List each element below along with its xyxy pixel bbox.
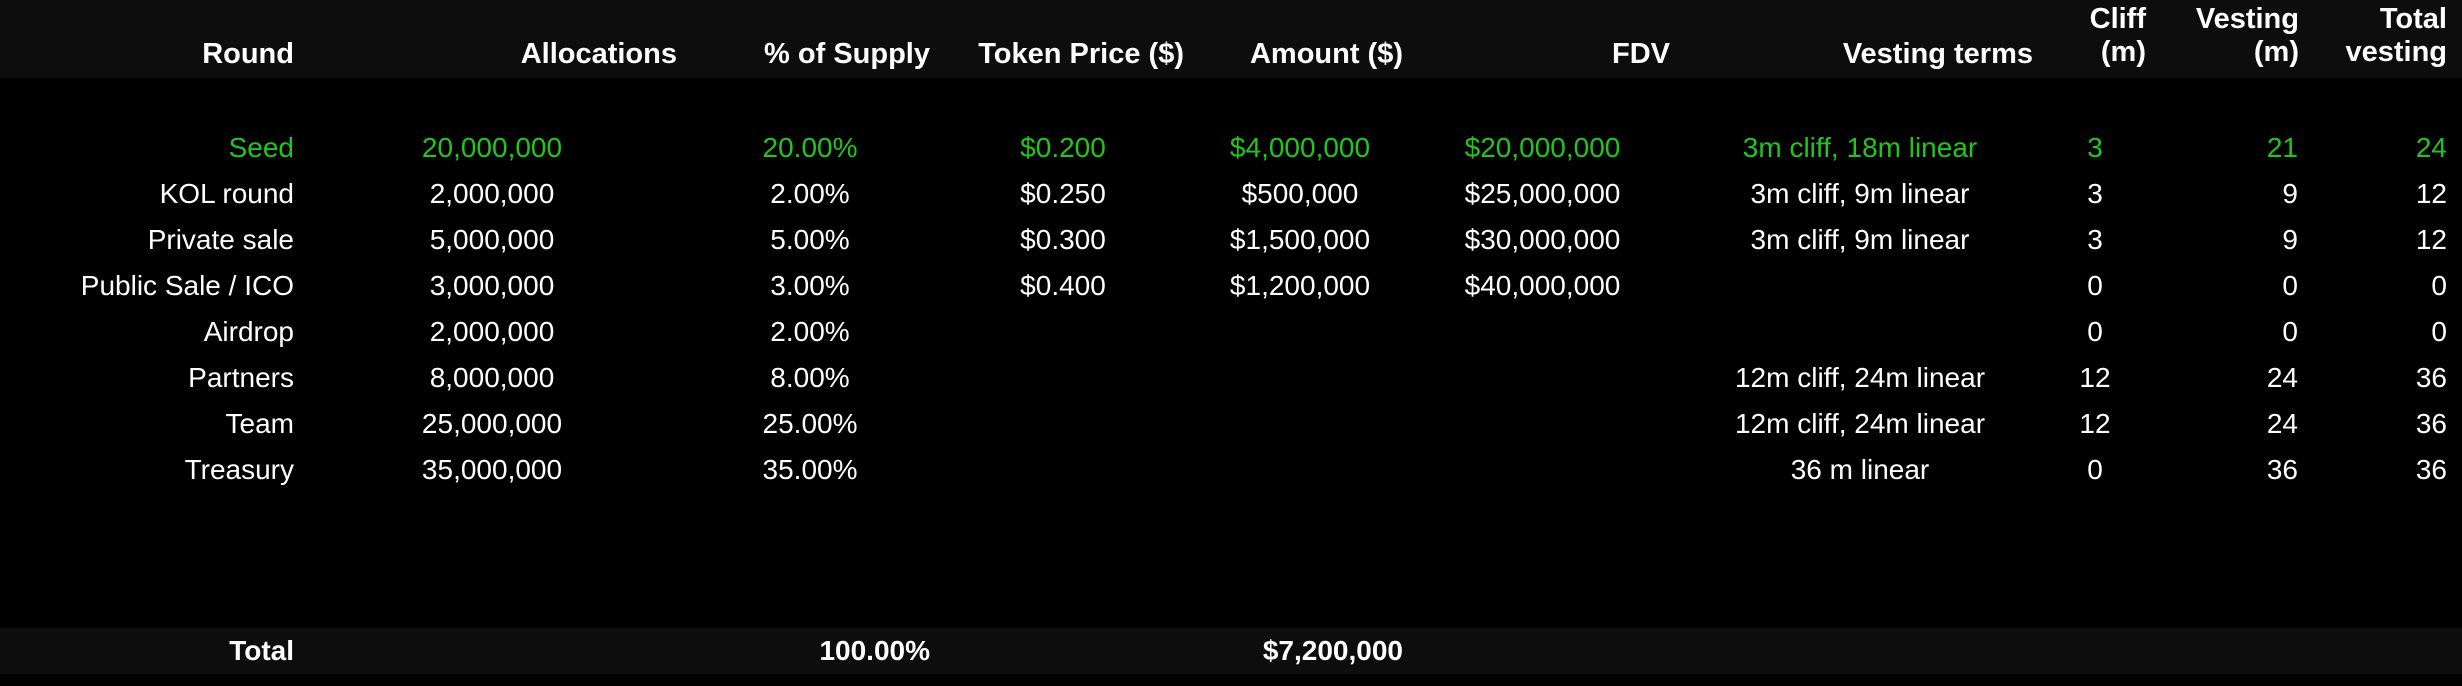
cell-pct-supply[interactable]: 35.00% [730, 453, 890, 487]
cell-allocations[interactable]: 2,000,000 [392, 315, 592, 349]
cell-round[interactable]: Private sale [40, 223, 294, 257]
totals-row: Total 100.00% $7,200,000 [0, 628, 2462, 674]
header-cliff-line1: Cliff [2089, 3, 2146, 35]
cell-total[interactable]: 12 [2340, 177, 2447, 211]
cell-pct-supply[interactable]: 2.00% [730, 177, 890, 211]
totals-amount[interactable]: $7,200,000 [1200, 634, 1403, 668]
cell-pct-supply[interactable]: 2.00% [730, 315, 890, 349]
cell-total[interactable]: 0 [2340, 315, 2447, 349]
cell-round[interactable]: Team [40, 407, 294, 441]
cell-cliff[interactable]: 12 [2075, 361, 2115, 395]
tokenomics-sheet: Round Allocations % of Supply Token Pric… [0, 0, 2462, 686]
cell-vesting-terms[interactable]: 12m cliff, 24m linear [1700, 361, 2020, 395]
header-total-line2: vesting [2345, 36, 2447, 68]
cell-pct-supply[interactable]: 20.00% [730, 131, 890, 165]
cell-total[interactable]: 0 [2340, 269, 2447, 303]
totals-label[interactable]: Total [100, 634, 294, 668]
cell-allocations[interactable]: 3,000,000 [392, 269, 592, 303]
header-fdv[interactable]: FDV [1500, 37, 1670, 71]
cell-total[interactable]: 12 [2340, 223, 2447, 257]
header-round[interactable]: Round [100, 37, 294, 71]
header-vesting-line1: Vesting [2195, 3, 2299, 35]
cell-total[interactable]: 24 [2340, 131, 2447, 165]
cell-token-price[interactable]: $0.250 [983, 177, 1143, 211]
cell-vesting[interactable]: 0 [2200, 315, 2298, 349]
cell-total[interactable]: 36 [2340, 453, 2447, 487]
header-allocations[interactable]: Allocations [400, 37, 677, 71]
cell-pct-supply[interactable]: 25.00% [730, 407, 890, 441]
cell-token-price[interactable]: $0.200 [983, 131, 1143, 165]
cell-cliff[interactable]: 3 [2075, 177, 2115, 211]
cell-vesting-terms[interactable]: 3m cliff, 9m linear [1700, 223, 2020, 257]
header-vesting[interactable]: Vesting (m) [2160, 3, 2299, 69]
cell-vesting-terms[interactable]: 36 m linear [1700, 453, 2020, 487]
header-token-price[interactable]: Token Price ($) [940, 37, 1184, 71]
cell-fdv[interactable]: $25,000,000 [1435, 177, 1650, 211]
cell-vesting[interactable]: 24 [2200, 407, 2298, 441]
cell-cliff[interactable]: 0 [2075, 453, 2115, 487]
cell-cliff[interactable]: 3 [2075, 131, 2115, 165]
cell-fdv[interactable]: $20,000,000 [1435, 131, 1650, 165]
cell-allocations[interactable]: 25,000,000 [392, 407, 592, 441]
cell-vesting[interactable]: 9 [2200, 223, 2298, 257]
cell-fdv[interactable]: $30,000,000 [1435, 223, 1650, 257]
header-total-line1: Total [2379, 3, 2447, 35]
cell-vesting[interactable]: 21 [2200, 131, 2298, 165]
cell-amount[interactable]: $4,000,000 [1200, 131, 1400, 165]
cell-pct-supply[interactable]: 5.00% [730, 223, 890, 257]
cell-fdv[interactable]: $40,000,000 [1435, 269, 1650, 303]
cell-cliff[interactable]: 12 [2075, 407, 2115, 441]
cell-pct-supply[interactable]: 8.00% [730, 361, 890, 395]
header-amount[interactable]: Amount ($) [1200, 37, 1403, 71]
cell-token-price[interactable]: $0.300 [983, 223, 1143, 257]
cell-vesting-terms[interactable]: 12m cliff, 24m linear [1700, 407, 2020, 441]
cell-cliff[interactable]: 3 [2075, 223, 2115, 257]
cell-vesting[interactable]: 36 [2200, 453, 2298, 487]
header-vesting-line2: (m) [2253, 36, 2299, 68]
cell-pct-supply[interactable]: 3.00% [730, 269, 890, 303]
cell-vesting[interactable]: 9 [2200, 177, 2298, 211]
cell-round[interactable]: Partners [40, 361, 294, 395]
totals-pct-supply[interactable]: 100.00% [700, 634, 930, 668]
cell-total[interactable]: 36 [2340, 407, 2447, 441]
header-cliff-line2: (m) [2100, 36, 2146, 68]
cell-allocations[interactable]: 35,000,000 [392, 453, 592, 487]
header-vesting-terms[interactable]: Vesting terms [1720, 37, 2033, 71]
cell-vesting-terms[interactable]: 3m cliff, 18m linear [1700, 131, 2020, 165]
cell-amount[interactable]: $1,200,000 [1200, 269, 1400, 303]
cell-allocations[interactable]: 8,000,000 [392, 361, 592, 395]
cell-amount[interactable]: $500,000 [1200, 177, 1400, 211]
cell-allocations[interactable]: 20,000,000 [392, 131, 592, 165]
cell-round[interactable]: Public Sale / ICO [40, 269, 294, 303]
cell-allocations[interactable]: 5,000,000 [392, 223, 592, 257]
cell-round[interactable]: Treasury [40, 453, 294, 487]
cell-round[interactable]: KOL round [40, 177, 294, 211]
cell-vesting[interactable]: 24 [2200, 361, 2298, 395]
cell-total[interactable]: 36 [2340, 361, 2447, 395]
header-total-vesting[interactable]: Total vesting [2320, 3, 2447, 69]
cell-cliff[interactable]: 0 [2075, 269, 2115, 303]
cell-cliff[interactable]: 0 [2075, 315, 2115, 349]
cell-round[interactable]: Seed [40, 131, 294, 165]
cell-vesting-terms[interactable]: 3m cliff, 9m linear [1700, 177, 2020, 211]
cell-token-price[interactable]: $0.400 [983, 269, 1143, 303]
cell-round[interactable]: Airdrop [40, 315, 294, 349]
cell-vesting[interactable]: 0 [2200, 269, 2298, 303]
cell-allocations[interactable]: 2,000,000 [392, 177, 592, 211]
header-pct-supply[interactable]: % of Supply [700, 37, 930, 71]
cell-amount[interactable]: $1,500,000 [1200, 223, 1400, 257]
header-row: Round Allocations % of Supply Token Pric… [0, 0, 2462, 78]
header-cliff[interactable]: Cliff (m) [2060, 3, 2146, 69]
